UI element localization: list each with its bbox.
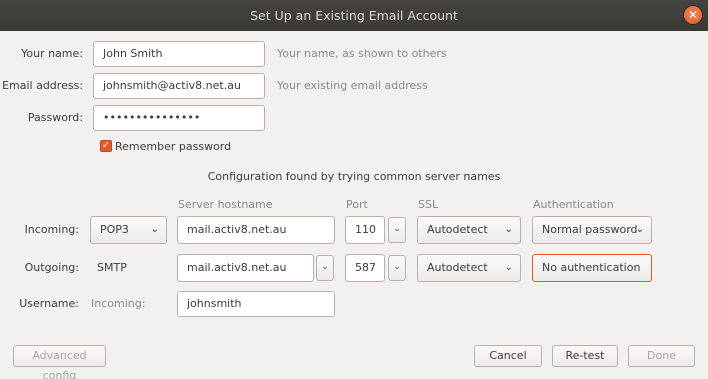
username-field[interactable]: johnsmith: [177, 291, 335, 317]
password-label: Password:: [27, 111, 83, 124]
outgoing-auth-select[interactable]: No authentication: [532, 254, 652, 282]
incoming-port-field[interactable]: 110: [345, 216, 385, 244]
retest-button[interactable]: Re-test: [552, 345, 618, 367]
name-field[interactable]: John Smith: [93, 41, 265, 67]
name-hint: Your name, as shown to others: [277, 47, 447, 60]
email-field[interactable]: johnsmith@activ8.net.au: [93, 73, 265, 99]
outgoing-protocol: SMTP: [97, 261, 127, 274]
incoming-protocol-value: POP3: [100, 223, 129, 236]
username-incoming-label: Incoming:: [91, 297, 146, 310]
chevron-down-icon: ⌄: [393, 262, 401, 272]
advanced-config-button[interactable]: Advanced config: [13, 345, 106, 379]
incoming-port-dropdown[interactable]: ⌄: [388, 217, 406, 243]
outgoing-hostname-field[interactable]: mail.activ8.net.au: [177, 254, 314, 282]
outgoing-ssl-value: Autodetect: [427, 261, 488, 274]
column-header-ssl: SSL: [418, 198, 439, 211]
email-hint: Your existing email address: [277, 79, 428, 92]
password-field[interactable]: •••••••••••••••: [93, 105, 265, 131]
chevron-down-icon: ⌄: [150, 224, 159, 235]
chevron-down-icon: ⌄: [504, 224, 513, 235]
window-title: Set Up an Existing Email Account: [250, 8, 458, 23]
incoming-protocol-select[interactable]: POP3 ⌄: [90, 216, 167, 244]
email-label: Email address:: [2, 79, 83, 92]
incoming-auth-value: Normal password: [542, 223, 638, 236]
incoming-ssl-value: Autodetect: [427, 223, 488, 236]
email-setup-dialog: Set Up an Existing Email Account ✕ Your …: [0, 0, 708, 379]
chevron-down-icon: ⌄: [504, 262, 513, 273]
column-header-port: Port: [346, 198, 368, 211]
outgoing-port-field[interactable]: 587: [345, 254, 385, 282]
incoming-auth-select[interactable]: Normal password ⌄: [532, 216, 652, 244]
outgoing-hostname-dropdown[interactable]: ⌄: [316, 255, 334, 281]
incoming-hostname-field[interactable]: mail.activ8.net.au: [177, 216, 335, 244]
outgoing-auth-value: No authentication: [542, 261, 641, 274]
incoming-label: Incoming:: [24, 223, 79, 236]
column-header-hostname: Server hostname: [178, 198, 273, 211]
done-button[interactable]: Done: [628, 345, 695, 367]
outgoing-port-dropdown[interactable]: ⌄: [388, 255, 406, 281]
username-label: Username:: [19, 297, 79, 310]
close-button[interactable]: ✕: [684, 6, 702, 24]
column-header-authentication: Authentication: [533, 198, 614, 211]
title-bar: Set Up an Existing Email Account ✕: [0, 0, 708, 31]
remember-password-label[interactable]: Remember password: [115, 140, 231, 153]
cancel-button[interactable]: Cancel: [474, 345, 542, 367]
incoming-ssl-select[interactable]: Autodetect ⌄: [417, 216, 521, 244]
outgoing-ssl-select[interactable]: Autodetect ⌄: [417, 254, 521, 282]
name-label: Your name:: [21, 47, 83, 60]
checkmark-icon: ✓: [101, 140, 111, 151]
config-status: Configuration found by trying common ser…: [207, 170, 501, 183]
chevron-down-icon: ⌄: [321, 262, 329, 272]
chevron-down-icon: ⌄: [393, 224, 401, 234]
outgoing-label: Outgoing:: [24, 261, 79, 274]
remember-password-checkbox[interactable]: ✓: [100, 140, 112, 152]
chevron-down-icon: ⌄: [635, 224, 644, 235]
